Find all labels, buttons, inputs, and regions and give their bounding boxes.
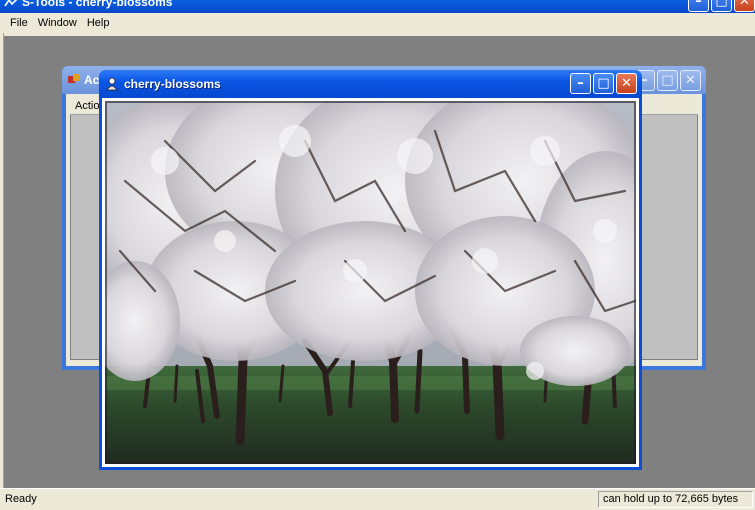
image-window-titlebar[interactable]: cherry-blossoms – □ ✕ xyxy=(99,70,642,98)
actions-window-controls: – □ ✕ xyxy=(634,70,701,91)
minimize-icon: – xyxy=(695,0,702,9)
image-maximize-button[interactable]: □ xyxy=(593,73,614,94)
image-window[interactable]: cherry-blossoms – □ ✕ xyxy=(99,70,642,470)
app-title: S-Tools - cherry-blossoms xyxy=(22,0,173,9)
image-close-button[interactable]: ✕ xyxy=(616,73,637,94)
menu-bar: File Window Help xyxy=(0,13,755,33)
minimize-icon: – xyxy=(577,76,584,91)
maximize-icon: □ xyxy=(661,73,674,88)
app-maximize-button[interactable]: □ xyxy=(711,0,732,12)
app-window: S-Tools - cherry-blossoms – □ ✕ File Win… xyxy=(0,0,755,510)
image-window-body xyxy=(102,98,639,467)
actions-window-title: Ac xyxy=(84,73,100,87)
capacity-panel: can hold up to 72,665 bytes xyxy=(598,491,753,508)
actions-close-button[interactable]: ✕ xyxy=(680,70,701,91)
mdi-left-edge xyxy=(0,33,4,488)
app-window-controls: – □ ✕ xyxy=(688,0,755,12)
photo-svg xyxy=(105,101,636,464)
app-titlebar[interactable]: S-Tools - cherry-blossoms – □ ✕ xyxy=(0,0,755,13)
menu-file[interactable]: File xyxy=(5,17,33,29)
app-title-group: S-Tools - cherry-blossoms xyxy=(4,0,172,9)
maximize-icon: □ xyxy=(597,76,610,91)
close-icon: ✕ xyxy=(739,0,750,9)
s-tools-app-icon xyxy=(4,0,18,7)
image-minimize-button[interactable]: – xyxy=(570,73,591,94)
image-window-icon xyxy=(106,77,118,91)
cherry-blossom-photo xyxy=(105,101,636,464)
app-minimize-button[interactable]: – xyxy=(688,0,709,12)
close-icon: ✕ xyxy=(621,76,632,91)
mdi-frame-top xyxy=(0,33,755,36)
actions-maximize-button[interactable]: □ xyxy=(657,70,678,91)
menu-window[interactable]: Window xyxy=(33,17,82,29)
app-close-button[interactable]: ✕ xyxy=(734,0,755,12)
status-bar: Ready can hold up to 72,665 bytes xyxy=(0,488,755,510)
status-text: Ready xyxy=(5,493,37,505)
image-window-controls: – □ ✕ xyxy=(570,73,637,94)
maximize-icon: □ xyxy=(715,0,728,9)
menu-help[interactable]: Help xyxy=(82,17,115,29)
close-icon: ✕ xyxy=(685,73,696,88)
actions-window-icon xyxy=(68,74,80,83)
image-window-title: cherry-blossoms xyxy=(124,77,221,91)
